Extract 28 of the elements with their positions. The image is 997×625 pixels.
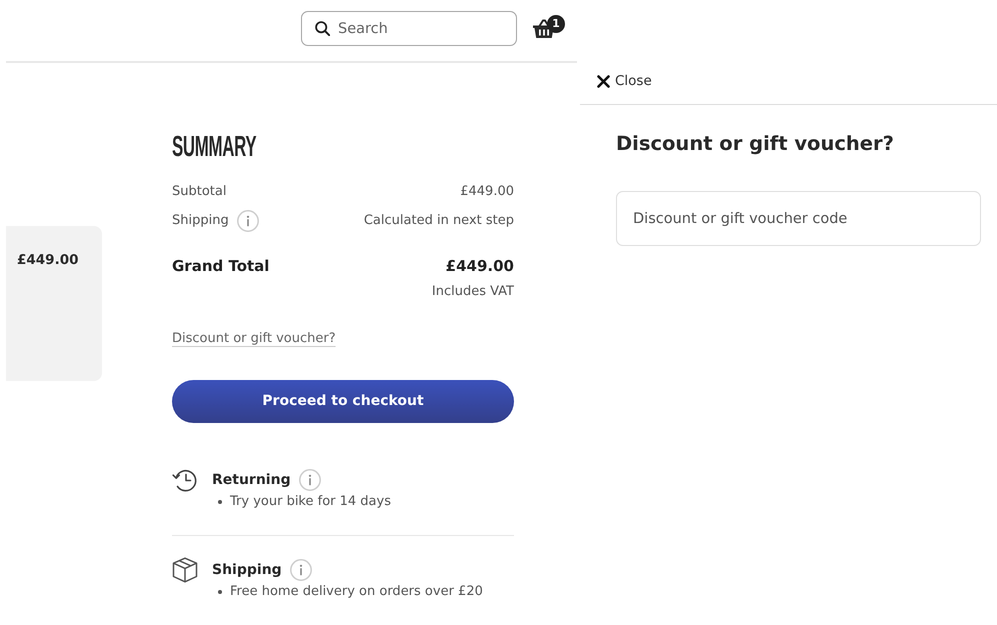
benefit-point: Try your bike for 14 days (230, 492, 391, 510)
checkout-button[interactable]: Proceed to checkout (172, 380, 514, 422)
summary-label: Shipping (172, 212, 229, 230)
product-price: £449.00 (17, 251, 78, 270)
summary-value: Calculated in next step (364, 212, 514, 230)
bullet-icon (218, 500, 222, 504)
summary-label: Subtotal (172, 182, 226, 200)
info-icon[interactable] (298, 468, 321, 490)
benefit-title: Shipping (212, 560, 282, 580)
drawer-heading: Discount or gift voucher? (616, 131, 895, 157)
close-button[interactable]: Close (597, 72, 652, 90)
search-field[interactable]: Search (301, 11, 517, 46)
benefit-point: Free home delivery on orders over £20 (230, 582, 483, 600)
info-icon[interactable] (236, 210, 259, 232)
voucher-code-field[interactable]: Discount or gift voucher code (616, 191, 981, 246)
grand-total-label: Grand Total (172, 256, 270, 276)
bullet-icon (218, 590, 222, 594)
search-icon (315, 21, 330, 36)
benefit-title: Returning (212, 470, 291, 490)
box-icon (172, 556, 198, 582)
close-icon (597, 74, 610, 88)
voucher-link[interactable]: Discount or gift voucher? (172, 328, 336, 348)
summary-value: £449.00 (460, 182, 514, 200)
basket-count-badge: 1 (547, 15, 565, 33)
info-icon[interactable] (290, 558, 312, 580)
summary-heading: SUMMARY (172, 133, 256, 162)
grand-total-value: £449.00 (446, 256, 514, 276)
vat-note: Includes VAT (432, 282, 514, 300)
